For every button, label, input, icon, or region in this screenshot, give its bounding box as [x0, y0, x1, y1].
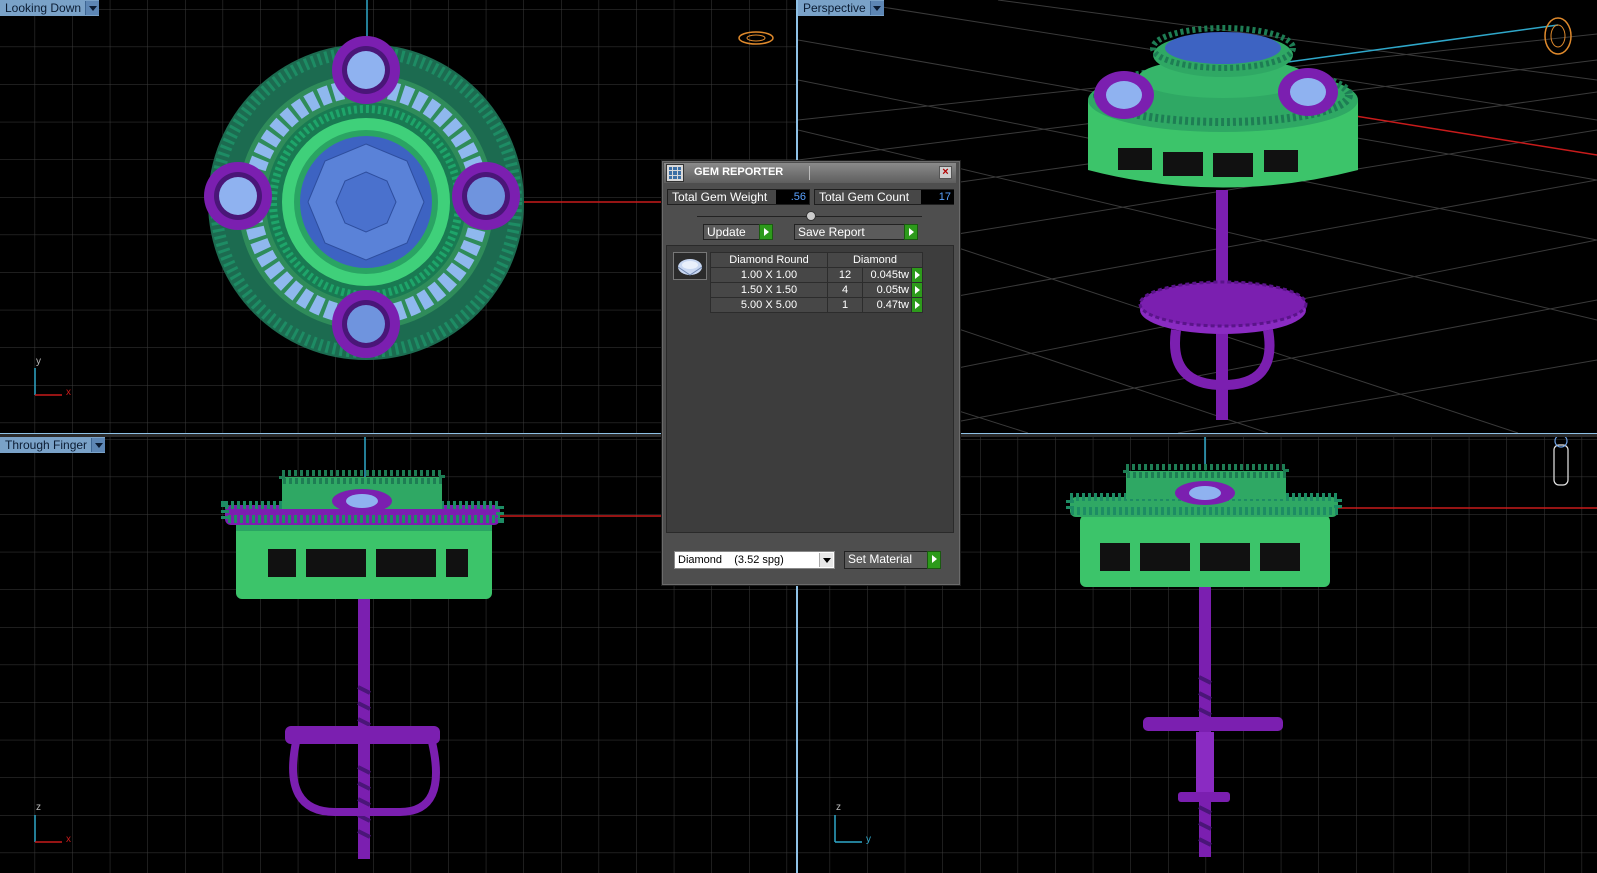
ring-icon	[1544, 17, 1572, 55]
material-select-value: Diamond (3.52 spg)	[678, 554, 784, 566]
viewport-title: Through Finger	[5, 438, 88, 452]
close-button[interactable]: ×	[939, 166, 952, 179]
viewport-label[interactable]: Perspective	[798, 0, 884, 16]
gem-reporter-icon	[666, 164, 684, 182]
dropdown-arrow-icon[interactable]	[85, 1, 100, 15]
viewport-label[interactable]: Through Finger	[0, 437, 106, 453]
earring-perspective-view	[1088, 25, 1358, 420]
table-row[interactable]: 5.00 X 5.00 1 0.47tw	[710, 297, 923, 313]
column-header: Diamond Round	[710, 252, 828, 268]
diamond-round-thumbnail[interactable]	[673, 252, 707, 280]
total-gem-weight-value: .56	[776, 190, 809, 204]
gem-weight-cell: 0.045tw	[862, 267, 912, 283]
axis-y-label: y	[866, 834, 871, 845]
play-arrow-icon	[927, 551, 941, 569]
viewport-title: Perspective	[803, 1, 866, 15]
gem-weight-cell: 0.05tw	[862, 282, 912, 298]
save-report-button-label: Save Report	[798, 225, 865, 239]
dropdown-arrow-icon[interactable]	[91, 438, 106, 452]
gem-size-cell: 1.00 X 1.00	[710, 267, 828, 283]
play-arrow-icon	[759, 224, 773, 240]
total-gem-count-field: Total Gem Count 17	[814, 189, 954, 205]
play-arrow-icon	[904, 224, 918, 240]
total-gem-count-value: 17	[921, 190, 954, 204]
table-row[interactable]: 1.00 X 1.00 12 0.045tw	[710, 267, 923, 283]
set-material-button[interactable]: Set Material	[844, 551, 941, 569]
gem-reporter-title: GEM REPORTER	[694, 166, 784, 178]
gem-list-area[interactable]: Diamond Round Diamond 1.00 X 1.00 12 0.0…	[666, 245, 954, 533]
axis-z-label: z	[836, 802, 841, 813]
gem-count-cell: 1	[827, 297, 863, 313]
total-gem-weight-label: Total Gem Weight	[672, 190, 768, 204]
total-gem-weight-field: Total Gem Weight .56	[667, 189, 810, 205]
gem-size-cell: 5.00 X 5.00	[710, 297, 828, 313]
total-gem-count-label: Total Gem Count	[819, 190, 910, 204]
collapse-knob[interactable]	[806, 211, 816, 221]
axis-x-label: x	[66, 834, 71, 845]
row-select-arrow-icon[interactable]	[911, 297, 923, 313]
gem-count-cell: 4	[827, 282, 863, 298]
axis-x-label: x	[66, 387, 71, 398]
material-select[interactable]: Diamond (3.52 spg)	[674, 551, 835, 569]
table-header-row: Diamond Round Diamond	[710, 252, 923, 268]
column-header: Diamond	[827, 252, 923, 268]
viewport-title: Looking Down	[5, 1, 82, 15]
gem-icon	[677, 259, 703, 276]
gem-count-cell: 12	[827, 267, 863, 283]
gem-reporter-titlebar[interactable]: GEM REPORTER ×	[664, 163, 956, 183]
update-button[interactable]: Update	[703, 224, 773, 240]
gem-table: Diamond Round Diamond 1.00 X 1.00 12 0.0…	[710, 252, 923, 313]
row-select-arrow-icon[interactable]	[911, 267, 923, 283]
title-separator	[809, 166, 810, 180]
dropdown-arrow-icon[interactable]	[869, 1, 884, 15]
row-select-arrow-icon[interactable]	[911, 282, 923, 298]
axis-y-label: y	[36, 356, 41, 367]
gem-size-cell: 1.50 X 1.50	[710, 282, 828, 298]
update-button-label: Update	[707, 225, 746, 239]
gem-reporter-panel[interactable]: GEM REPORTER × Total Gem Weight .56 Tota…	[661, 160, 961, 586]
gem-weight-cell: 0.47tw	[862, 297, 912, 313]
axis-z-label: z	[36, 802, 41, 813]
chevron-down-icon[interactable]	[819, 553, 833, 567]
save-report-button[interactable]: Save Report	[794, 224, 918, 240]
set-material-button-label: Set Material	[848, 552, 913, 566]
viewport-label[interactable]: Looking Down	[0, 0, 100, 16]
table-row[interactable]: 1.50 X 1.50 4 0.05tw	[710, 282, 923, 298]
